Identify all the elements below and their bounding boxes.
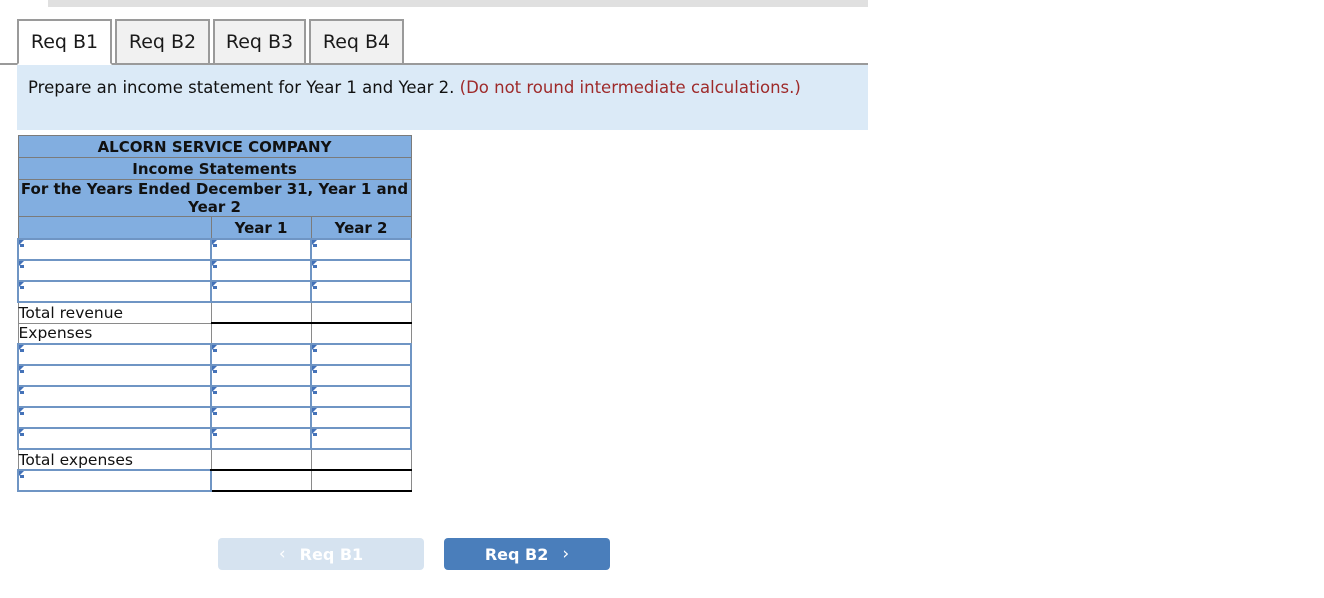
amount-input-y1[interactable] xyxy=(210,280,312,303)
tab-req-b4[interactable]: Req B4 xyxy=(309,19,404,65)
row-label: Expenses xyxy=(17,322,212,345)
next-requirement-button[interactable]: Req B2 › xyxy=(444,538,610,570)
tab-req-b1[interactable]: Req B1 xyxy=(17,19,112,65)
amount-input-y2[interactable] xyxy=(309,385,413,408)
statement-header-rows: ALCORN SERVICE COMPANY Income Statements… xyxy=(17,135,412,240)
tab-req-b3[interactable]: Req B3 xyxy=(213,19,306,65)
amount-cell-y2[interactable] xyxy=(310,322,412,345)
column-header-blank xyxy=(17,216,212,240)
statement-row xyxy=(17,469,412,492)
statement-body-rows: Total revenue Expenses Total expenses xyxy=(17,238,413,492)
amount-cell-y2[interactable] xyxy=(310,448,412,471)
navigation-bar: ‹ Req B1 Req B2 › xyxy=(0,532,868,572)
statement-period-row: For the Years Ended December 31, Year 1 … xyxy=(17,179,412,217)
instruction-banner: Prepare an income statement for Year 1 a… xyxy=(17,65,868,130)
next-requirement-label: Req B2 xyxy=(484,544,549,564)
statement-row: Expenses xyxy=(17,322,412,345)
amount-cell-y2[interactable] xyxy=(310,469,412,492)
amount-input-y1[interactable] xyxy=(210,343,312,366)
prev-requirement-button[interactable]: ‹ Req B1 xyxy=(218,538,424,570)
statement-row xyxy=(17,280,413,303)
amount-input-y1[interactable] xyxy=(210,385,312,408)
amount-cell-y1[interactable] xyxy=(210,301,312,324)
row-label: Total expenses xyxy=(17,448,212,471)
account-select[interactable] xyxy=(17,427,212,450)
statement-row xyxy=(17,364,413,387)
account-select[interactable] xyxy=(17,343,212,366)
top-gray-strip xyxy=(48,0,868,7)
income-statement-table: ALCORN SERVICE COMPANY Income Statements… xyxy=(17,135,413,492)
amount-cell-y1[interactable] xyxy=(210,322,312,345)
instruction-main-text: Prepare an income statement for Year 1 a… xyxy=(28,78,460,97)
amount-input-y2[interactable] xyxy=(309,406,413,429)
statement-row xyxy=(17,343,413,366)
account-select[interactable] xyxy=(17,469,212,492)
account-select[interactable] xyxy=(17,364,212,387)
amount-cell-y1[interactable] xyxy=(210,448,312,471)
statement-row xyxy=(17,259,413,282)
amount-input-y1[interactable] xyxy=(210,259,312,282)
account-select[interactable] xyxy=(17,385,212,408)
amount-input-y1[interactable] xyxy=(210,238,312,261)
statement-period: For the Years Ended December 31, Year 1 … xyxy=(17,179,412,217)
column-header-year2: Year 2 xyxy=(310,216,412,240)
column-header-year1: Year 1 xyxy=(210,216,312,240)
statement-row xyxy=(17,406,413,429)
chevron-right-icon: › xyxy=(562,544,570,564)
statement-column-header-row: Year 1 Year 2 xyxy=(17,216,412,240)
chevron-left-icon: ‹ xyxy=(278,544,286,564)
statement-title-row: Income Statements xyxy=(17,157,412,180)
prev-requirement-label: Req B1 xyxy=(299,544,364,564)
statement-company-name: ALCORN SERVICE COMPANY xyxy=(17,135,412,158)
tab-req-b2[interactable]: Req B2 xyxy=(115,19,210,65)
account-select[interactable] xyxy=(17,259,212,282)
statement-row xyxy=(17,427,413,450)
question-content-panel: Req B1 Req B2 Req B3 Req B4 Prepare an inco… xyxy=(0,7,868,598)
instruction-note-text: (Do not round intermediate calculations.… xyxy=(459,78,801,97)
amount-input-y2[interactable] xyxy=(309,343,413,366)
amount-input-y2[interactable] xyxy=(309,427,413,450)
amount-input-y2[interactable] xyxy=(309,259,413,282)
statement-row: Total expenses xyxy=(17,448,412,471)
account-select[interactable] xyxy=(17,238,212,261)
amount-input-y2[interactable] xyxy=(309,280,413,303)
amount-input-y2[interactable] xyxy=(309,238,413,261)
row-label: Total revenue xyxy=(17,301,212,324)
statement-row: Total revenue xyxy=(17,301,412,324)
statement-title: Income Statements xyxy=(17,157,412,180)
account-select[interactable] xyxy=(17,280,212,303)
amount-cell-y2[interactable] xyxy=(310,301,412,324)
amount-input-y2[interactable] xyxy=(309,364,413,387)
amount-input-y1[interactable] xyxy=(210,427,312,450)
account-select[interactable] xyxy=(17,406,212,429)
amount-input-y1[interactable] xyxy=(210,406,312,429)
statement-row xyxy=(17,385,413,408)
statement-company-row: ALCORN SERVICE COMPANY xyxy=(17,135,412,158)
amount-cell-y1[interactable] xyxy=(210,469,312,492)
amount-input-y1[interactable] xyxy=(210,364,312,387)
requirement-tab-strip: Req B1 Req B2 Req B3 Req B4 xyxy=(0,12,868,65)
statement-row xyxy=(17,238,413,261)
